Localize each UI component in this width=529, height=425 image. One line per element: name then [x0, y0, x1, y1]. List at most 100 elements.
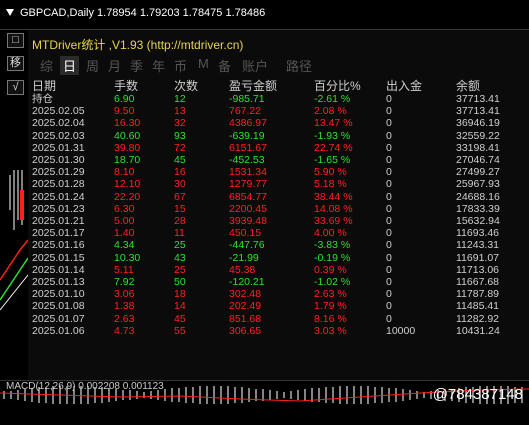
header-io[interactable]: 出入金: [386, 79, 456, 93]
tab-path[interactable]: 路径: [286, 56, 312, 75]
row-pl: 767.22: [229, 105, 262, 118]
row-lots: 12.10: [114, 178, 141, 191]
check-button[interactable]: √: [7, 80, 24, 95]
tab-quarterly[interactable]: 季: [130, 56, 143, 75]
row-pct: 2.08 %: [314, 105, 347, 118]
row-balance: 32559.22: [456, 129, 500, 142]
macd-indicator-pane: MACD(12,26,9) 0.002208 0.001123 @7843871…: [0, 380, 529, 425]
row-count: 50: [174, 276, 186, 289]
row-lots: 6.30: [114, 202, 135, 215]
row-date: 2025.01.17: [32, 227, 85, 240]
table-row[interactable]: 2025.01.21 5.00 28 3939.48 33.69 % 0 15632.94: [32, 215, 526, 227]
chart-title-bar: GBPCAD,Daily 1.78954 1.79203 1.78475 1.7…: [0, 0, 529, 30]
tab-currency[interactable]: 币: [174, 56, 187, 75]
table-row[interactable]: 2025.02.05 9.50 13 767.22 2.08 % 0 37713.41: [32, 105, 526, 117]
row-pct: 2.63 %: [314, 288, 347, 301]
row-count: 14: [174, 300, 186, 313]
row-pl: -21.99: [229, 251, 259, 264]
table-row[interactable]: 2025.01.29 8.10 16 1531.34 5.90 % 0 27499.27: [32, 166, 526, 178]
row-pct: 38.44 %: [314, 190, 353, 203]
table-row[interactable]: 2025.01.31 39.80 72 6151.67 22.74 % 0 33198.41: [32, 142, 526, 154]
row-pct: 22.74 %: [314, 141, 353, 154]
table-row[interactable]: 2025.01.14 5.11 25 45.38 0.39 % 0 11713.06: [32, 264, 526, 276]
row-pl: 3939.48: [229, 215, 267, 228]
row-balance: 11485.41: [456, 300, 500, 313]
table-row[interactable]: 2025.01.07 2.63 45 851.68 8.16 % 0 11282.92: [32, 313, 526, 325]
row-io: 0: [386, 141, 392, 154]
row-count: 32: [174, 117, 186, 130]
row-pct: 3.03 %: [314, 324, 347, 337]
row-io: 0: [386, 300, 392, 313]
dropdown-arrow-icon[interactable]: [6, 9, 14, 16]
row-date: 2025.01.07: [32, 312, 85, 325]
table-row[interactable]: 2025.01.16 4.34 25 -447.76 -3.83 % 0 11243.31: [32, 239, 526, 251]
move-button[interactable]: 移: [7, 56, 24, 71]
row-balance: 11667.68: [456, 276, 500, 289]
header-count[interactable]: 次数: [174, 79, 229, 93]
row-io: 0: [386, 190, 392, 203]
table-row[interactable]: 2025.01.13 7.92 50 -120.21 -1.02 % 0 11667.68: [32, 276, 526, 288]
ma-line-red: [0, 239, 28, 281]
row-date: 2025.01.06: [32, 324, 85, 337]
panel-title: MTDriver统计 ,V1.93 (http://mtdriver.cn): [32, 38, 244, 52]
row-pl: 1279.77: [229, 178, 267, 191]
panel-toggle-button[interactable]: □: [7, 33, 24, 48]
table-row[interactable]: 2025.01.30 18.70 45 -452.53 -1.65 % 0 27046.74: [32, 154, 526, 166]
table-row[interactable]: 2025.01.24 22.20 67 6854.77 38.44 % 0 24688.16: [32, 191, 526, 203]
table-row[interactable]: 2025.01.23 6.30 15 2200.45 14.08 % 0 17833.39: [32, 203, 526, 215]
header-pl[interactable]: 盈亏金额: [229, 79, 314, 93]
table-row[interactable]: 2025.01.06 4.73 55 306.65 3.03 % 10000 10431.2…: [32, 325, 526, 337]
row-balance: 11282.92: [456, 312, 500, 325]
tab-yearly[interactable]: 年: [152, 56, 165, 75]
row-pct: -3.83 %: [314, 239, 351, 252]
table-row[interactable]: 2025.01.17 1.40 11 450.15 4.00 % 0 11693.46: [32, 227, 526, 239]
row-io: 0: [386, 215, 392, 228]
row-io: 0: [386, 166, 392, 179]
table-row[interactable]: 2025.01.08 1.38 14 202.49 1.79 % 0 11485.41: [32, 300, 526, 312]
tab-account[interactable]: 账户: [242, 56, 268, 75]
tab-monthly[interactable]: 月: [108, 56, 121, 75]
row-balance: 27499.27: [456, 166, 500, 179]
row-pct: 8.16 %: [314, 312, 347, 325]
row-pct: 0.39 %: [314, 263, 347, 276]
table-row[interactable]: 2025.01.10 3.06 18 302.48 2.63 % 0 11787.89: [32, 288, 526, 300]
table-row[interactable]: 2025.01.28 12.10 30 1279.77 5.18 % 0 25967.93: [32, 178, 526, 190]
row-pct: -1.65 %: [314, 154, 351, 167]
row-io: 0: [386, 288, 392, 301]
row-lots: 16.30: [114, 117, 141, 130]
row-lots: 4.73: [114, 324, 135, 337]
row-pl: 45.38: [229, 263, 256, 276]
tab-weekly[interactable]: 周: [86, 56, 99, 75]
table-row[interactable]: 2025.01.15 10.30 43 -21.99 -0.19 % 0 11691.07: [32, 252, 526, 264]
row-lots: 1.40: [114, 227, 135, 240]
row-lots: 5.00: [114, 215, 135, 228]
row-io: 0: [386, 154, 392, 167]
row-io: 0: [386, 202, 392, 215]
tab-summary[interactable]: 综: [40, 56, 53, 75]
row-count: 16: [174, 166, 186, 179]
header-lots[interactable]: 手数: [114, 79, 174, 93]
row-count: 72: [174, 141, 186, 154]
row-pl: -447.76: [229, 239, 265, 252]
row-lots: 40.60: [114, 129, 141, 142]
row-balance: 37713.41: [456, 93, 500, 105]
tab-m[interactable]: M: [198, 56, 209, 71]
row-pl: 302.48: [229, 288, 262, 301]
row-lots: 4.34: [114, 239, 135, 252]
row-balance: 36946.19: [456, 117, 500, 130]
row-balance: 25967.93: [456, 178, 500, 191]
header-pct[interactable]: 百分比%: [314, 79, 386, 93]
table-row[interactable]: 持仓 6.90 12 -985.71 -2.61 % 0 37713.41: [32, 93, 526, 105]
row-lots: 9.50: [114, 105, 135, 118]
row-lots: 18.70: [114, 154, 141, 167]
table-row[interactable]: 2025.02.04 16.30 32 4386.97 13.47 % 0 36946.19: [32, 117, 526, 129]
header-balance[interactable]: 余额: [456, 79, 526, 93]
tab-notes[interactable]: 备: [218, 56, 231, 75]
header-date[interactable]: 日期: [32, 79, 114, 93]
table-row[interactable]: 2025.02.03 40.60 93 -639.19 -1.93 % 0 32559.22: [32, 130, 526, 142]
row-balance: 10431.24: [456, 324, 500, 337]
row-date: 2025.01.08: [32, 300, 85, 313]
tab-daily[interactable]: 日: [60, 56, 80, 75]
stats-panel: MTDriver统计 ,V1.93 (http://mtdriver.cn) 综…: [28, 30, 529, 380]
row-date: 2025.01.14: [32, 263, 85, 276]
